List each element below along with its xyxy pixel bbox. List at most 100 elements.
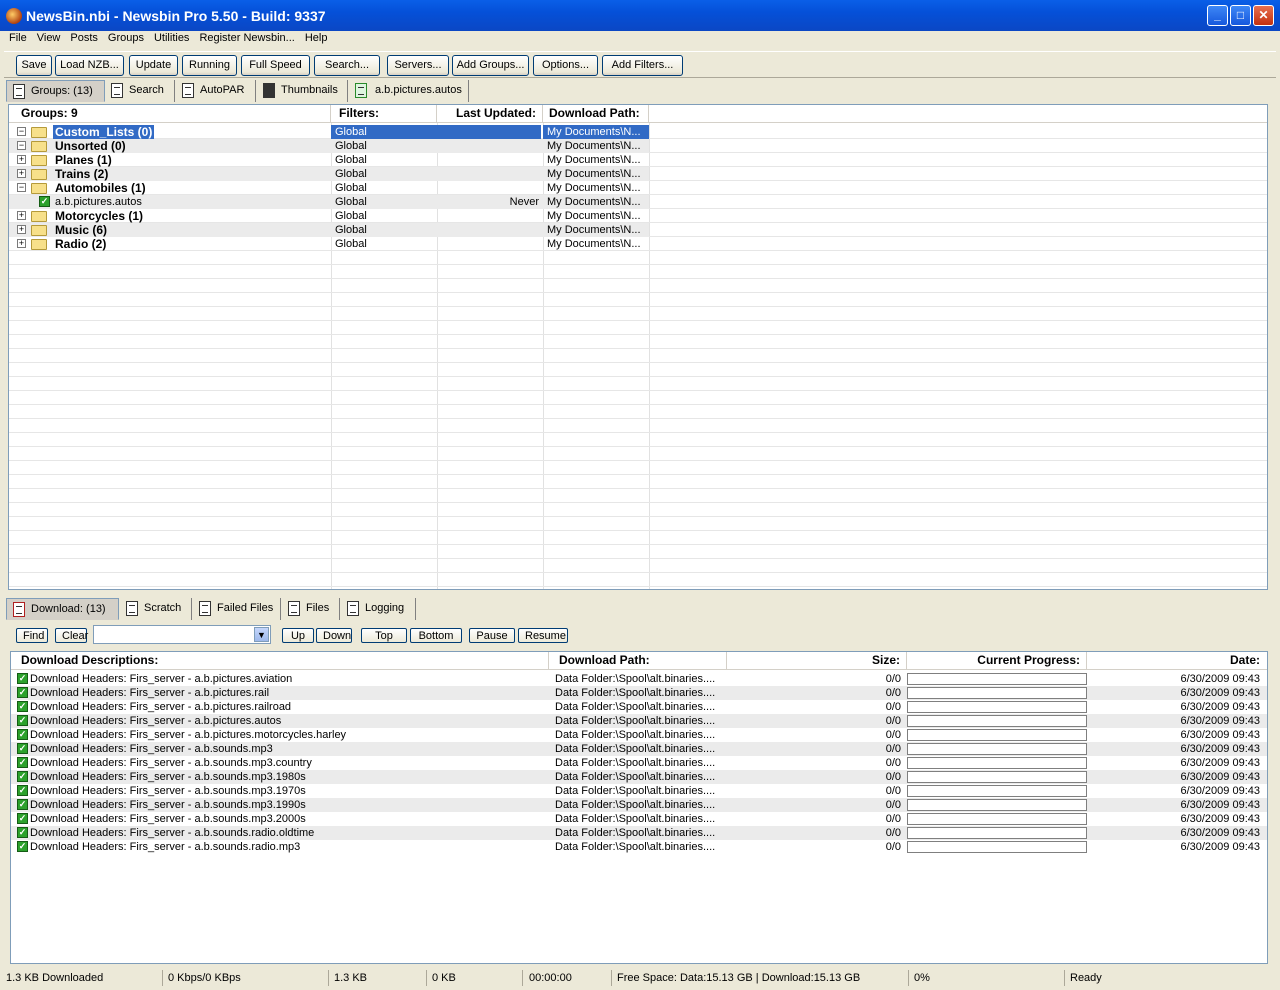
download-row[interactable]: ✓ Download Headers: Firs_server - a.b.sou…	[11, 770, 1267, 784]
check-icon[interactable]: ✓	[17, 715, 28, 726]
download-row[interactable]: ✓ Download Headers: Firs_server - a.b.sou…	[11, 826, 1267, 840]
download-row[interactable]: ✓ Download Headers: Firs_server - a.b.sou…	[11, 812, 1267, 826]
resume-button[interactable]: Resume	[518, 628, 568, 643]
collapse-minus-icon[interactable]: −	[17, 127, 26, 136]
tab-download[interactable]: Download: (13)	[6, 598, 119, 620]
download-row[interactable]: ✓ Download Headers: Firs_server - a.b.sou…	[11, 756, 1267, 770]
tab-scratch[interactable]: Scratch	[120, 598, 192, 620]
download-row[interactable]: ✓ Download Headers: Firs_server - a.b.sou…	[11, 798, 1267, 812]
group-name[interactable]: a.b.pictures.autos	[55, 195, 327, 209]
tab-thumbnails[interactable]: Thumbnails	[257, 80, 348, 102]
group-name[interactable]: Unsorted (0)	[55, 139, 327, 153]
add-filters-button[interactable]: Add Filters...	[602, 55, 683, 76]
tab-logging[interactable]: Logging	[341, 598, 416, 620]
tab-group-autos[interactable]: a.b.pictures.autos	[349, 80, 469, 102]
group-row[interactable]: + Trains (2) Global My Documents\N...	[9, 167, 649, 181]
check-icon[interactable]: ✓	[17, 813, 28, 824]
menu-groups[interactable]: Groups	[103, 30, 149, 46]
check-icon[interactable]: ✓	[17, 729, 28, 740]
group-name[interactable]: Automobiles (1)	[55, 181, 327, 195]
menu-utilities[interactable]: Utilities	[149, 30, 194, 46]
group-name[interactable]: Motorcycles (1)	[55, 209, 327, 223]
download-path-column-header[interactable]: Download Path:	[549, 652, 727, 670]
group-row[interactable]: + Motorcycles (1) Global My Documents\N...	[9, 209, 649, 223]
tab-groups[interactable]: Groups: (13)	[6, 80, 105, 102]
options-button[interactable]: Options...	[533, 55, 598, 76]
menu-view[interactable]: View	[32, 30, 66, 46]
expand-plus-icon[interactable]: +	[17, 239, 26, 248]
check-icon[interactable]: ✓	[17, 673, 28, 684]
group-row[interactable]: − Automobiles (1) Global My Documents\N...	[9, 181, 649, 195]
group-name[interactable]: Planes (1)	[55, 153, 327, 167]
group-row[interactable]: − Custom_Lists (0) Global My Documents\N...	[9, 125, 649, 139]
add-groups-button[interactable]: Add Groups...	[452, 55, 529, 76]
groups-list[interactable]: Groups: 9 Filters: Last Updated: Downloa…	[8, 104, 1268, 590]
full-speed-button[interactable]: Full Speed	[241, 55, 310, 76]
download-row[interactable]: ✓ Download Headers: Firs_server - a.b.pic…	[11, 700, 1267, 714]
clear-button[interactable]: Clear	[55, 628, 88, 643]
up-button[interactable]: Up	[282, 628, 314, 643]
check-icon[interactable]: ✓	[17, 757, 28, 768]
check-icon[interactable]: ✓	[17, 785, 28, 796]
top-button[interactable]: Top	[361, 628, 407, 643]
expand-plus-icon[interactable]: +	[17, 169, 26, 178]
download-row[interactable]: ✓ Download Headers: Firs_server - a.b.pic…	[11, 686, 1267, 700]
title-bar[interactable]: NewsBin.nbi - Newsbin Pro 5.50 - Build: …	[0, 0, 1280, 31]
check-icon[interactable]: ✓	[17, 701, 28, 712]
check-icon[interactable]: ✓	[17, 799, 28, 810]
tab-failed-files[interactable]: Failed Files	[193, 598, 281, 620]
download-row[interactable]: ✓ Download Headers: Firs_server - a.b.pic…	[11, 714, 1267, 728]
update-button[interactable]: Update	[129, 55, 178, 76]
size-header[interactable]: Size:	[727, 652, 907, 670]
check-icon[interactable]: ✓	[17, 827, 28, 838]
load-nzb-button[interactable]: Load NZB...	[55, 55, 124, 76]
download-row[interactable]: ✓ Download Headers: Firs_server - a.b.pic…	[11, 728, 1267, 742]
group-row[interactable]: ✓ a.b.pictures.autos Global Never My Documen…	[9, 195, 649, 209]
date-header[interactable]: Date:	[1087, 652, 1267, 670]
pause-button[interactable]: Pause	[469, 628, 515, 643]
download-row[interactable]: ✓ Download Headers: Firs_server - a.b.sou…	[11, 784, 1267, 798]
check-icon[interactable]: ✓	[17, 771, 28, 782]
group-row[interactable]: − Unsorted (0) Global My Documents\N...	[9, 139, 649, 153]
close-button[interactable]: ✕	[1253, 5, 1274, 26]
find-button[interactable]: Find	[16, 628, 48, 643]
tab-files[interactable]: Files	[282, 598, 340, 620]
tab-search[interactable]: Search	[105, 80, 175, 102]
check-icon[interactable]: ✓	[17, 743, 28, 754]
groups-count-header[interactable]: Groups: 9	[9, 105, 331, 123]
running-button[interactable]: Running	[182, 55, 237, 76]
download-list[interactable]: Download Descriptions: Download Path: Si…	[10, 651, 1268, 964]
group-name[interactable]: Radio (2)	[55, 237, 327, 251]
maximize-button[interactable]: □	[1230, 5, 1251, 26]
download-row[interactable]: ✓ Download Headers: Firs_server - a.b.sou…	[11, 840, 1267, 854]
check-icon[interactable]: ✓	[17, 687, 28, 698]
save-button[interactable]: Save	[16, 55, 52, 76]
group-row[interactable]: + Planes (1) Global My Documents\N...	[9, 153, 649, 167]
servers-button[interactable]: Servers...	[387, 55, 449, 76]
group-name[interactable]: Custom_Lists (0)	[53, 125, 155, 139]
collapse-minus-icon[interactable]: −	[17, 183, 26, 192]
bottom-button[interactable]: Bottom	[410, 628, 462, 643]
group-name[interactable]: Trains (2)	[55, 167, 327, 181]
menu-file[interactable]: File	[4, 30, 32, 46]
newsbin-app-icon[interactable]	[6, 8, 22, 24]
expand-plus-icon[interactable]: +	[17, 211, 26, 220]
minimize-button[interactable]: _	[1207, 5, 1228, 26]
filters-header[interactable]: Filters:	[331, 105, 437, 123]
current-progress-header[interactable]: Current Progress:	[907, 652, 1087, 670]
tab-autopar[interactable]: AutoPAR	[176, 80, 256, 102]
search-button[interactable]: Search...	[314, 55, 380, 76]
down-button[interactable]: Down	[316, 628, 352, 643]
collapse-minus-icon[interactable]: −	[17, 141, 26, 150]
menu-posts[interactable]: Posts	[65, 30, 103, 46]
menu-help[interactable]: Help	[300, 30, 333, 46]
check-icon[interactable]: ✓	[17, 841, 28, 852]
download-row[interactable]: ✓ Download Headers: Firs_server - a.b.pic…	[11, 672, 1267, 686]
last-updated-header[interactable]: Last Updated:	[437, 105, 543, 123]
chevron-down-icon[interactable]: ▼	[254, 627, 269, 642]
group-name[interactable]: Music (6)	[55, 223, 327, 237]
expand-plus-icon[interactable]: +	[17, 155, 26, 164]
menu-register[interactable]: Register Newsbin...	[194, 30, 299, 46]
download-path-header[interactable]: Download Path:	[543, 105, 649, 123]
group-row[interactable]: + Radio (2) Global My Documents\N...	[9, 237, 649, 251]
